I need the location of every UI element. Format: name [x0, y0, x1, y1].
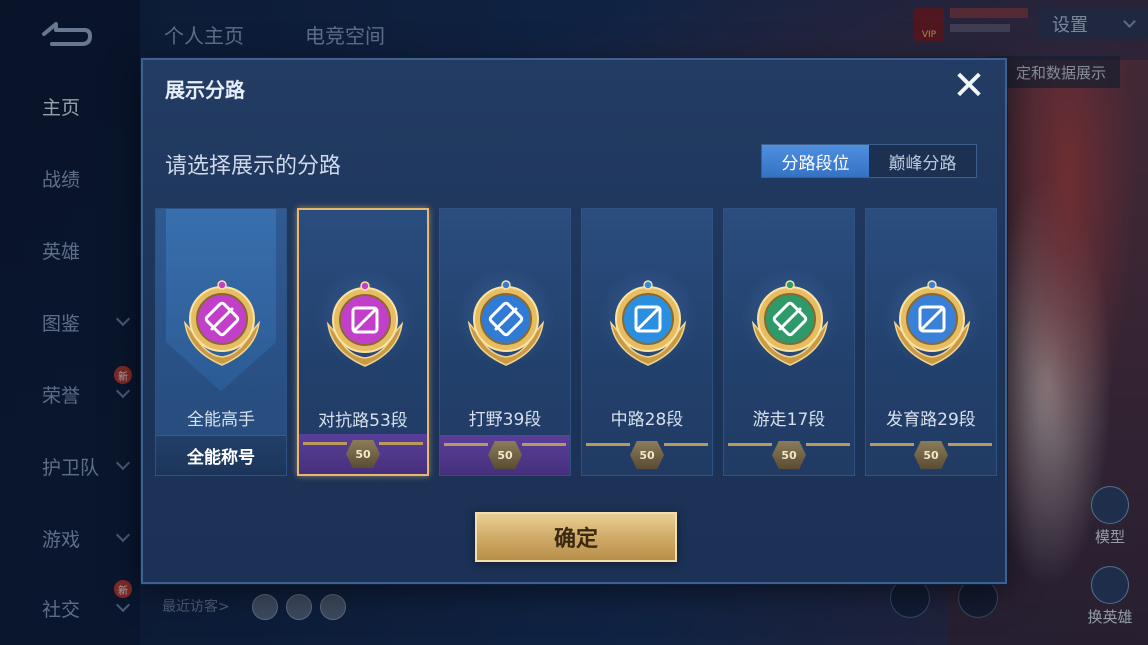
dialog-title: 展示分路: [165, 78, 245, 102]
level-chip: 50: [346, 440, 380, 468]
tab-lane-rank[interactable]: 分路段位: [762, 145, 869, 177]
confirm-button[interactable]: 确定: [475, 512, 677, 562]
all-rounder-emblem-icon: [183, 280, 261, 366]
level-footer: 50: [299, 434, 427, 474]
lane-card[interactable]: 游走17段 50: [723, 208, 855, 476]
lane-card[interactable]: 对抗路53段 50: [297, 208, 429, 476]
mid-lane-emblem-icon: [609, 280, 687, 366]
footer-ornament: [806, 443, 850, 446]
footer-ornament: [303, 442, 347, 445]
close-icon[interactable]: ✕: [949, 66, 989, 106]
level-chip: 50: [630, 441, 664, 469]
footer-ornament: [728, 443, 772, 446]
footer-ornament: [948, 443, 992, 446]
level-chip: 50: [772, 441, 806, 469]
lane-rank-label: 游走17段: [752, 410, 826, 430]
level-footer: 50: [582, 435, 712, 475]
lane-card[interactable]: 中路28段 50: [581, 208, 713, 476]
footer-ornament: [379, 442, 423, 445]
lane-rank-label: 中路28段: [610, 410, 684, 430]
display-mode-toggle: 分路段位 巅峰分路: [761, 144, 977, 178]
clash-lane-emblem-icon: [326, 281, 404, 367]
footer-ornament: [586, 443, 630, 446]
lane-rank-label: 对抗路53段: [318, 411, 408, 431]
footer-ornament: [664, 443, 708, 446]
lane-rank-label: 打野39段: [468, 410, 542, 430]
footer-ornament: [870, 443, 914, 446]
level-chip: 50: [488, 441, 522, 469]
footer-ornament: [522, 443, 566, 446]
lane-card[interactable]: 发育路29段 50: [865, 208, 997, 476]
lane-rank-label: 发育路29段: [886, 410, 976, 430]
lane-display-dialog: 展示分路 ✕ 请选择展示的分路 分路段位 巅峰分路 全能高手 全能称号 对抗路53段…: [141, 58, 1007, 584]
dialog-subtitle: 请选择展示的分路: [165, 154, 342, 179]
tab-peak-lane[interactable]: 巅峰分路: [869, 145, 976, 177]
lane-card[interactable]: 打野39段 50: [439, 208, 571, 476]
jungle-emblem-icon: [467, 280, 545, 366]
roam-emblem-icon: [751, 280, 829, 366]
level-footer: 50: [866, 435, 996, 475]
lane-card[interactable]: 全能高手 全能称号: [155, 208, 287, 476]
level-chip: 50: [914, 441, 948, 469]
level-footer: 50: [440, 435, 570, 475]
title-footer: 全能称号: [156, 435, 286, 475]
lane-rank-label: 全能高手: [187, 410, 255, 430]
footer-ornament: [444, 443, 488, 446]
farm-lane-emblem-icon: [893, 280, 971, 366]
lane-card-list: 全能高手 全能称号 对抗路53段 50 打野39段 50 中路28段 50 游走17段 50 发育路…: [155, 208, 997, 478]
level-footer: 50: [724, 435, 854, 475]
